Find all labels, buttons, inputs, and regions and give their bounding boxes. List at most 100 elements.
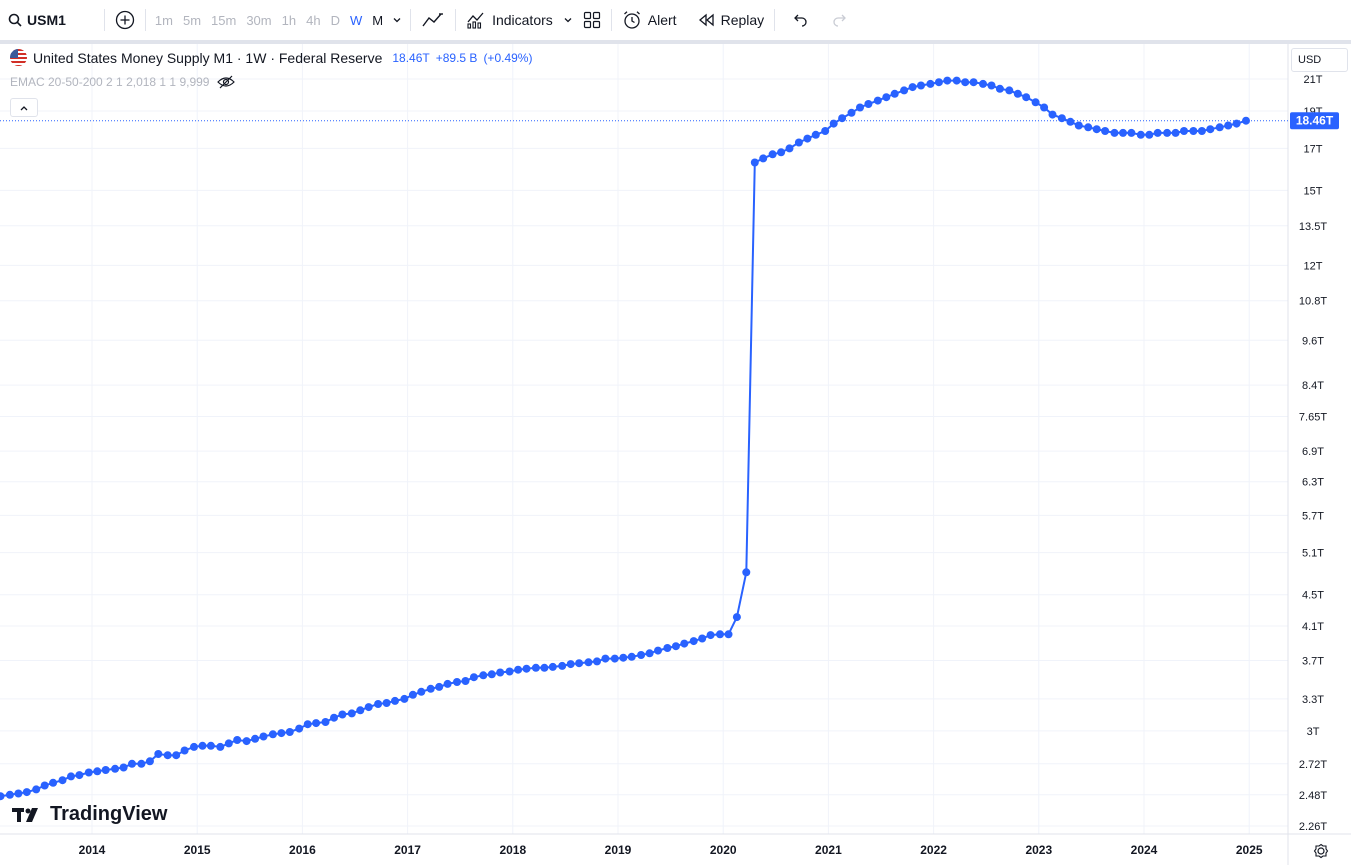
price-axis[interactable]: 21T19T17T15T13.5T12T10.8T9.6T8.4T7.65T6.… bbox=[1299, 74, 1327, 833]
data-point bbox=[435, 682, 444, 691]
indicator-legend[interactable]: EMAC 20-50-200 2 1 2,018 1 1 9,999 bbox=[10, 75, 236, 89]
data-point bbox=[821, 127, 830, 135]
time-tick-label: 2022 bbox=[920, 843, 947, 857]
interval-4h-button[interactable]: 4h bbox=[301, 5, 325, 35]
data-point bbox=[627, 652, 636, 661]
data-point bbox=[84, 768, 93, 777]
time-tick-label: 2015 bbox=[184, 843, 211, 857]
indicators-dropdown-button[interactable] bbox=[559, 5, 577, 35]
time-tick-label: 2021 bbox=[815, 843, 842, 857]
top-toolbar: USM1 1m 5m 15m 30m 1h 4h D W M Indicators Alert bbox=[0, 0, 1351, 40]
undo-button[interactable] bbox=[785, 5, 815, 35]
legend-change-pct: (+0.49%) bbox=[483, 50, 533, 65]
chart-app: USM1 1m 5m 15m 30m 1h 4h D W M Indicators Alert bbox=[0, 0, 1351, 865]
toolbar-divider bbox=[610, 9, 612, 31]
layouts-button[interactable] bbox=[577, 5, 607, 35]
time-axis[interactable]: 2014 2015 2016 2017 2018 2019 2020 2021 2022 2023… bbox=[79, 843, 1263, 857]
indicators-icon bbox=[467, 12, 484, 29]
interval-15m-button[interactable]: 15m bbox=[206, 5, 241, 35]
data-point bbox=[593, 657, 601, 666]
interval-d-button[interactable]: D bbox=[326, 5, 345, 35]
interval-5m-button[interactable]: 5m bbox=[178, 5, 206, 35]
series-points bbox=[0, 76, 1250, 801]
price-tick-label: 2.26T bbox=[1299, 821, 1327, 833]
data-point bbox=[610, 654, 619, 663]
data-point bbox=[22, 788, 31, 797]
eye-hidden-icon[interactable] bbox=[217, 75, 236, 89]
data-point bbox=[584, 658, 593, 667]
interval-dropdown-button[interactable] bbox=[388, 5, 406, 35]
data-point bbox=[698, 634, 707, 643]
data-point bbox=[453, 678, 461, 686]
interval-m-button[interactable]: M bbox=[367, 5, 388, 35]
data-point bbox=[1206, 125, 1215, 134]
data-point bbox=[742, 568, 751, 577]
symbol-search[interactable]: USM1 bbox=[0, 5, 74, 35]
us-flag-icon bbox=[10, 49, 27, 66]
interval-w-button[interactable]: W bbox=[345, 5, 367, 35]
data-point bbox=[1232, 119, 1241, 128]
tradingview-logo: TradingView bbox=[12, 803, 167, 826]
price-chart[interactable]: 21T19T17T15T13.5T12T10.8T9.6T8.4T7.65T6.… bbox=[0, 44, 1351, 865]
chart-legend[interactable]: United States Money Supply M1 · 1W · Fed… bbox=[10, 49, 532, 66]
data-point bbox=[321, 718, 330, 726]
chevron-up-icon bbox=[20, 105, 28, 110]
legend-collapse-button[interactable] bbox=[10, 98, 38, 117]
interval-30m-button[interactable]: 30m bbox=[241, 5, 276, 35]
data-point bbox=[347, 709, 356, 718]
price-tick-label: 3.3T bbox=[1302, 694, 1324, 706]
data-point bbox=[995, 84, 1004, 93]
time-tick-label: 2023 bbox=[1025, 843, 1052, 857]
data-point bbox=[101, 766, 110, 774]
data-point bbox=[522, 664, 531, 673]
indicators-button[interactable]: Indicators bbox=[460, 5, 559, 35]
indicators-label: Indicators bbox=[492, 12, 553, 28]
alert-button[interactable]: Alert bbox=[616, 5, 683, 35]
price-tick-label: 4.5T bbox=[1302, 590, 1324, 602]
data-point bbox=[601, 654, 610, 663]
data-point bbox=[1084, 123, 1093, 132]
data-point bbox=[768, 150, 777, 159]
data-point bbox=[785, 144, 794, 153]
data-point bbox=[1136, 130, 1145, 139]
data-point bbox=[654, 646, 662, 655]
redo-icon bbox=[833, 14, 847, 27]
toolbar-divider bbox=[103, 9, 105, 31]
price-tick-label: 8.4T bbox=[1302, 380, 1324, 392]
data-point bbox=[1127, 128, 1136, 137]
chart-type-button[interactable] bbox=[415, 5, 451, 35]
data-point bbox=[873, 96, 882, 105]
data-point bbox=[206, 741, 215, 750]
compare-add-button[interactable] bbox=[109, 5, 141, 35]
data-point bbox=[426, 684, 435, 693]
data-point bbox=[145, 757, 154, 766]
data-point bbox=[496, 668, 505, 677]
interval-1m-button[interactable]: 1m bbox=[150, 5, 178, 35]
search-icon bbox=[8, 13, 22, 27]
data-point bbox=[285, 728, 294, 736]
price-tick-label: 3T bbox=[1307, 726, 1320, 738]
data-point bbox=[811, 130, 820, 139]
data-point bbox=[934, 78, 943, 87]
data-point bbox=[67, 772, 75, 781]
data-point bbox=[689, 637, 698, 646]
replay-button[interactable]: Replay bbox=[691, 5, 771, 35]
data-point bbox=[391, 696, 399, 705]
price-tick-label: 10.8T bbox=[1299, 296, 1327, 308]
data-point bbox=[1022, 93, 1031, 102]
data-point bbox=[680, 639, 689, 648]
currency-selector[interactable]: USD bbox=[1291, 48, 1348, 72]
interval-1h-button[interactable]: 1h bbox=[277, 5, 301, 35]
price-tick-label: 3.7T bbox=[1302, 655, 1324, 667]
redo-button[interactable] bbox=[825, 5, 855, 35]
data-point bbox=[803, 134, 812, 143]
logo-text: TradingView bbox=[50, 803, 168, 825]
data-point bbox=[1153, 128, 1162, 137]
data-point bbox=[890, 89, 899, 98]
price-tick-label: 6.3T bbox=[1302, 477, 1324, 489]
chart-settings-button[interactable] bbox=[1311, 841, 1331, 861]
data-point bbox=[926, 79, 935, 88]
data-point bbox=[900, 86, 909, 95]
data-point bbox=[1005, 86, 1014, 95]
data-point bbox=[1066, 117, 1075, 126]
